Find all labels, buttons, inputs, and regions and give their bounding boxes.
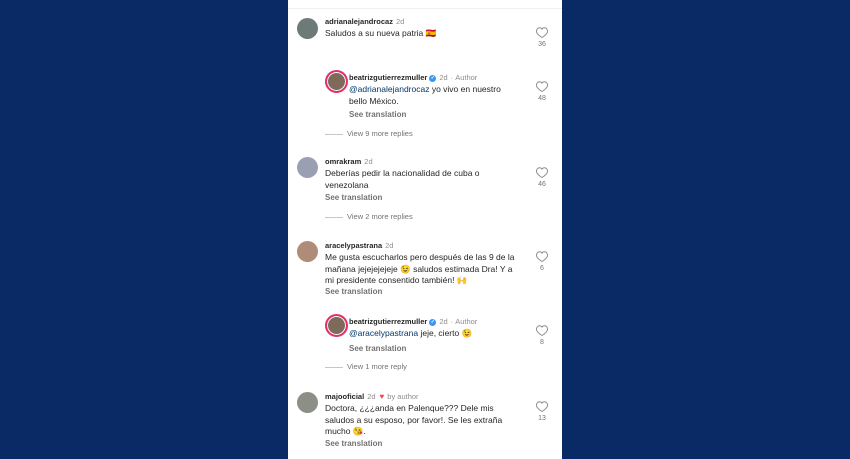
author-avatar[interactable] [325,314,348,337]
reply-text: @aracelypastrana jeje, cierto 😉 [349,328,473,338]
like-button[interactable]: 46 [535,167,549,188]
avatar[interactable] [297,157,318,178]
comment-age: 2d [395,17,405,26]
mention-link[interactable]: @aracelypastrana [349,328,418,338]
see-translation-link[interactable]: See translation [325,193,382,202]
avatar[interactable] [297,392,318,413]
comment-age: 2d [385,241,394,250]
like-button[interactable]: 8 [535,325,549,346]
comment-text: Doctora, ¿¿¿anda en Palenque??? Dele mis… [325,403,503,436]
comment-age: 2d [367,392,376,401]
like-count: 36 [538,41,546,48]
comment-age: 2d [364,157,373,166]
like-button[interactable]: 13 [535,401,549,422]
author-avatar[interactable] [325,70,348,93]
reply-text: @adrianalejandrocaz yo vivo en nuestro b… [349,84,501,106]
by-author-label: by author [387,392,419,401]
like-count: 46 [538,181,546,188]
like-button[interactable]: 6 [535,251,549,272]
see-translation-link[interactable]: See translation [325,287,382,296]
see-translation-link[interactable]: See translation [349,110,406,119]
avatar[interactable] [297,241,318,262]
see-translation-link[interactable]: See translation [325,439,382,448]
panel-top-divider [288,0,562,9]
heart-outline-icon [536,27,548,38]
comment-text: Saludos a su nueva patria 🇪🇸 [325,28,437,38]
comments-panel: adrianalejandrocaz 2d Saludos a su nueva … [288,0,562,459]
like-count: 48 [538,95,546,102]
reply-username[interactable]: beatrizgutierrezmuller [349,73,427,82]
comment-text: Me gusta escucharlos pero después de las… [325,252,515,285]
see-translation-link[interactable]: See translation [349,344,406,353]
view-more-replies[interactable]: View 9 more replies [325,129,413,138]
heart-outline-icon [536,325,548,336]
comment-username[interactable]: adrianalejandrocaz [325,17,393,26]
reply-username[interactable]: beatrizgutierrezmuller [349,317,427,326]
heart-outline-icon [536,401,548,412]
red-heart-icon: ♥ [379,392,385,401]
comment-text: Deberías pedir la nacionalidad de cuba o… [325,168,480,190]
like-button[interactable]: 36 [535,27,549,48]
heart-outline-icon [536,251,548,262]
mention-link[interactable]: @adrianalejandrocaz [349,84,429,94]
like-count: 8 [540,339,544,346]
heart-outline-icon [536,81,548,92]
comment-username[interactable]: majooficial [325,392,364,401]
verified-badge-icon: ✓ [429,74,437,82]
comment-username[interactable]: aracelypastrana [325,241,382,250]
author-label: Author [455,73,478,82]
like-button[interactable]: 48 [535,81,549,102]
like-count: 6 [540,265,544,272]
reply-age: 2d [439,73,448,82]
author-label: Author [455,317,478,326]
view-more-replies[interactable]: View 2 more replies [325,212,413,221]
heart-outline-icon [536,167,548,178]
verified-badge-icon: ✓ [429,318,437,326]
reply-age: 2d [439,317,448,326]
comment-username[interactable]: omrakram [325,157,361,166]
view-more-replies[interactable]: View 1 more reply [325,362,407,371]
like-count: 13 [538,415,546,422]
avatar[interactable] [297,18,318,39]
